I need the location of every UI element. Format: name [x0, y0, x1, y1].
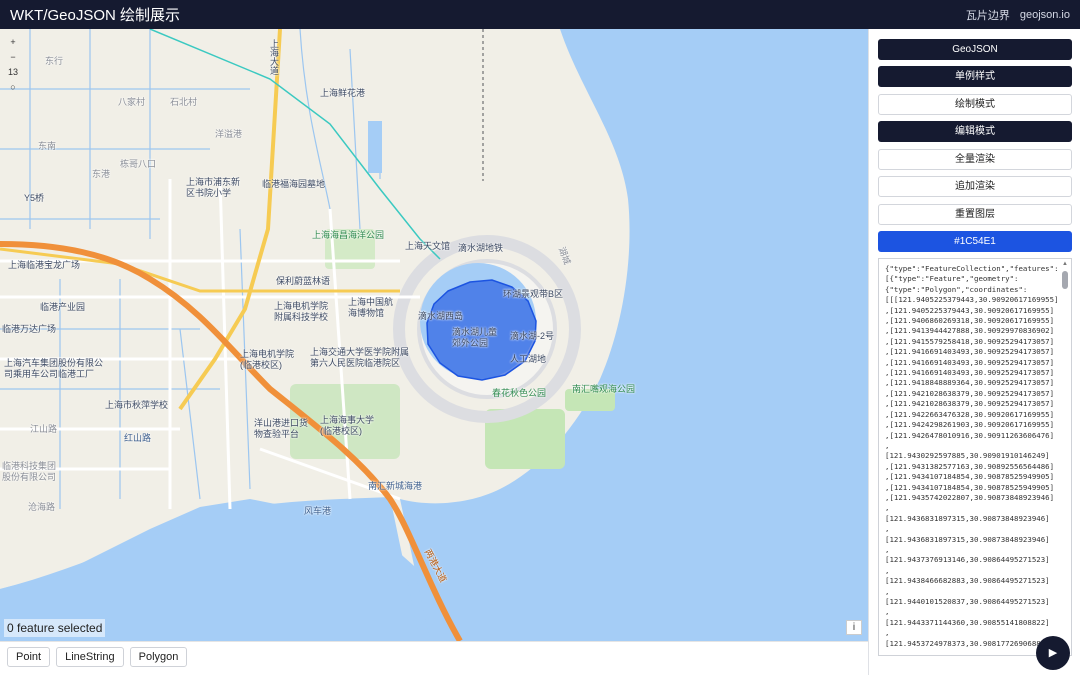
map-label: 风车港	[304, 506, 332, 516]
map-label: 洋溢港	[215, 129, 243, 139]
map-label: 石北村	[170, 97, 198, 107]
geojson-button[interactable]: GeoJSON	[878, 39, 1072, 60]
map-label: 上海中国航海博物馆	[348, 297, 394, 318]
map-label: 上海海事大学(临港校区)	[320, 415, 375, 436]
point-button[interactable]: Point	[7, 647, 51, 667]
map-label: 江山路	[30, 424, 58, 434]
map-label: 临港万达广场	[2, 324, 57, 334]
map-label: 上海大道	[269, 39, 279, 75]
map-label: 临港福海园墓地	[262, 179, 326, 189]
pond	[368, 121, 382, 173]
zoom-out-button[interactable]: −	[4, 50, 22, 65]
scrollbar[interactable]: ▲	[1061, 261, 1069, 653]
map-label: 红山路	[124, 433, 152, 443]
single-style-button[interactable]: 单例样式	[878, 66, 1072, 87]
map-label: 八家村	[118, 97, 146, 107]
app-title: WKT/GeoJSON 绘制展示	[10, 7, 181, 24]
map-canvas[interactable]: 上海大道 上海鲜花港 上海市浦东新区书院小学 临港福海园墓地 Y5桥 东行 八家…	[0, 29, 868, 641]
scroll-thumb[interactable]	[1062, 271, 1068, 289]
map-label: 人工湖地	[510, 354, 547, 364]
map-label: 春花秋色公园	[492, 388, 547, 398]
map-label: 滴水湖西岛	[418, 311, 464, 321]
linestring-button[interactable]: LineString	[56, 647, 124, 667]
map-label: 东行	[45, 56, 64, 66]
metro-line	[149, 29, 441, 260]
map-label: 上海电机学院(临港校区)	[240, 349, 295, 370]
map-label: 栋哥八口	[120, 159, 157, 169]
edit-mode-button[interactable]: 编辑模式	[878, 121, 1072, 142]
map-label: 洋山港进口货物查验平台	[254, 418, 309, 439]
selection-status: 0 feature selected	[4, 619, 106, 637]
map-label: 保利蔚蓝林语	[276, 276, 331, 286]
draw-mode-button[interactable]: 绘制模式	[878, 94, 1072, 115]
append-render-button[interactable]: 追加渲染	[878, 176, 1072, 197]
map-label: 南汇新城海港	[368, 481, 423, 491]
zoom-in-button[interactable]: +	[4, 35, 22, 50]
map-label: 临港产业园	[40, 302, 86, 312]
map-label: 滴水湖-2号	[510, 331, 555, 341]
map-label: 上海市浦东新区书院小学	[186, 177, 241, 198]
zoom-level: 13	[7, 67, 18, 77]
info-icon[interactable]: i	[846, 620, 862, 635]
map-label: 上海市秋萍学校	[105, 400, 169, 410]
app-header: WKT/GeoJSON 绘制展示 瓦片边界 geojson.io	[0, 0, 1080, 29]
map-label: Y5桥	[24, 193, 45, 203]
map-label: 上海汽车集团股份有限公司乘用车公司临港工厂	[4, 358, 104, 379]
control-sidebar: GeoJSON 单例样式 绘制模式 编辑模式 全量渲染 追加渲染 重置图层 #1…	[868, 29, 1080, 675]
map-label: 上海鲜花港	[320, 88, 366, 98]
map-label: 环湖景观带B区	[503, 289, 564, 299]
map-label: 东港	[92, 169, 111, 179]
map-label: 上海电机学院附属科技学校	[274, 301, 329, 322]
map-label: 上海海昌海洋公园	[312, 230, 385, 240]
map-label: 临港科技集团股份有限公司	[2, 461, 57, 482]
geojson-text: {"type":"FeatureCollection","features": …	[885, 264, 1057, 652]
scroll-up-icon[interactable]: ▲	[1062, 261, 1068, 267]
map-label: 南汇嘴观海公园	[572, 384, 636, 394]
zoom-control: + − 13 ○	[4, 35, 22, 95]
map-label: 东南	[38, 141, 57, 151]
color-picker-button[interactable]: #1C54E1	[878, 231, 1072, 252]
map-label: 上海交通大学医学院附属第六人民医院临港院区	[310, 347, 410, 368]
reset-layer-button[interactable]: 重置图层	[878, 204, 1072, 225]
play-icon[interactable]: ▶	[1036, 636, 1070, 670]
polygon-button[interactable]: Polygon	[129, 647, 188, 667]
reset-north-icon[interactable]: ○	[4, 80, 22, 95]
map-label: 沧海路	[28, 502, 56, 512]
geometry-toolbar: Point LineString Polygon	[0, 641, 868, 675]
map-label: 滴水湖儿童郊外公园	[452, 327, 498, 348]
map-label: 上海天文馆	[405, 241, 451, 251]
geojson-io-link[interactable]: geojson.io	[1020, 9, 1070, 21]
canal	[0, 29, 250, 239]
map-label: 滴水湖地铁	[458, 243, 504, 253]
map-label: 上海临港宝龙广场	[8, 260, 81, 270]
tile-boundary-link[interactable]: 瓦片边界	[966, 7, 1010, 23]
geojson-textarea[interactable]: {"type":"FeatureCollection","features": …	[878, 258, 1072, 656]
full-render-button[interactable]: 全量渲染	[878, 149, 1072, 170]
